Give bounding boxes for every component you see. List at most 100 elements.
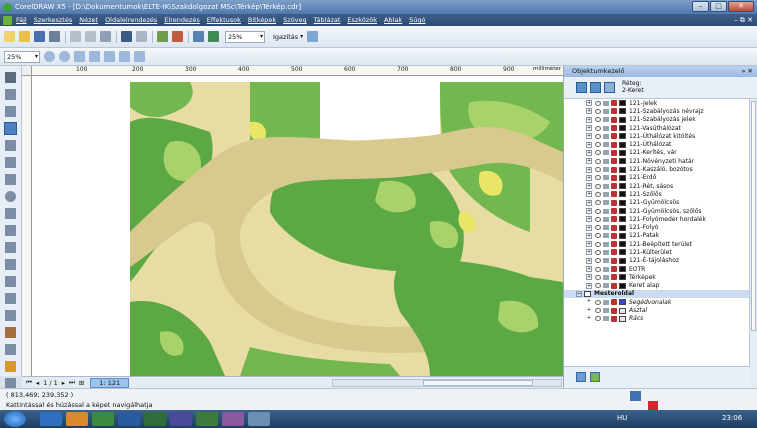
visibility-eye-icon[interactable]	[595, 108, 601, 114]
layer-row[interactable]: +121-Folyómeder hordalék	[564, 215, 750, 223]
layer-color-swatch[interactable]	[619, 232, 626, 239]
layer-row[interactable]: +121-Külterület	[564, 248, 750, 256]
zoom-tool-icon[interactable]	[4, 122, 17, 135]
printer-icon[interactable]	[603, 299, 609, 305]
printer-icon[interactable]	[603, 274, 609, 280]
layer-row[interactable]: +121-Erdő	[564, 174, 750, 182]
basic-shapes-icon[interactable]	[5, 225, 16, 236]
layer-color-swatch[interactable]	[619, 282, 626, 289]
layer-color-swatch[interactable]	[619, 216, 626, 223]
cut-icon[interactable]	[70, 31, 81, 42]
printer-icon[interactable]	[603, 266, 609, 272]
visibility-eye-icon[interactable]	[595, 150, 601, 156]
copy-icon[interactable]	[85, 31, 96, 42]
fill-color-indicator[interactable]	[630, 391, 641, 401]
new-layer-icon[interactable]	[576, 372, 586, 382]
visibility-eye-icon[interactable]	[595, 308, 601, 314]
eyedropper-tool-icon[interactable]	[5, 327, 16, 338]
printer-icon[interactable]	[603, 117, 609, 123]
fill-tool-icon[interactable]	[5, 361, 16, 372]
lock-edit-icon[interactable]	[611, 125, 617, 132]
app-taskbar-icon[interactable]	[170, 412, 192, 426]
zoom-out-icon[interactable]	[59, 51, 70, 62]
layer-row[interactable]: +121-Szabályozás jelek	[564, 116, 750, 124]
layer-color-swatch[interactable]	[619, 116, 626, 123]
layer-row[interactable]: +121-Gyümölcsös	[564, 199, 750, 207]
crop-tool-icon[interactable]	[5, 106, 16, 117]
layer-color-swatch[interactable]	[619, 249, 626, 256]
visibility-eye-icon[interactable]	[595, 225, 601, 231]
expand-toggle-icon[interactable]: +	[586, 183, 592, 190]
layer-row[interactable]: +121-Jelek	[564, 99, 750, 107]
lock-edit-icon[interactable]	[611, 241, 617, 248]
expand-toggle-icon[interactable]: +	[586, 116, 592, 123]
layer-row[interactable]: +121-Úthálózat kitöltés	[564, 132, 750, 140]
layer-color-swatch[interactable]	[619, 125, 626, 132]
layer-color-swatch[interactable]	[619, 149, 626, 156]
zoom-level-combo[interactable]: 25% ▾	[225, 30, 265, 43]
menu-view[interactable]: Nézet	[79, 16, 98, 24]
menu-layout[interactable]: Oldalelrendezés	[105, 16, 157, 24]
visibility-eye-icon[interactable]	[595, 117, 601, 123]
lock-edit-icon[interactable]	[611, 133, 617, 140]
scrollbar-thumb[interactable]	[751, 101, 756, 331]
menu-text[interactable]: Szöveg	[283, 16, 307, 24]
layer-color-swatch[interactable]	[619, 208, 626, 214]
zoom-all-icon[interactable]	[89, 51, 100, 62]
printer-icon[interactable]	[603, 225, 609, 231]
connector-tool-icon[interactable]	[5, 293, 16, 304]
layer-row[interactable]: +121-Rét, sásos	[564, 182, 750, 190]
dimension-tool-icon[interactable]	[5, 276, 16, 287]
menu-file[interactable]: Fájl	[16, 16, 27, 24]
language-indicator[interactable]: HU	[617, 414, 627, 422]
import-icon[interactable]	[157, 31, 168, 42]
printer-icon[interactable]	[603, 183, 609, 189]
horizontal-ruler[interactable]: 100 200 300 400 500 600 700 800 900 mill…	[32, 66, 563, 76]
layer-row[interactable]: +121-É-tájoláshoz	[564, 257, 750, 265]
open-icon[interactable]	[19, 31, 30, 42]
firefox-taskbar-icon[interactable]	[66, 412, 88, 426]
undo-icon[interactable]	[121, 31, 132, 42]
layer-row[interactable]: +121-Patak	[564, 232, 750, 240]
expand-toggle-icon[interactable]: +	[586, 208, 592, 214]
printer-icon[interactable]	[603, 208, 609, 214]
menu-arrange[interactable]: Elrendezés	[164, 16, 199, 24]
edit-across-layers-icon[interactable]	[590, 82, 601, 93]
printer-icon[interactable]	[603, 142, 609, 148]
lock-edit-icon[interactable]	[611, 199, 617, 206]
layer-row[interactable]: +121-Szőlős	[564, 190, 750, 198]
visibility-eye-icon[interactable]	[595, 258, 601, 264]
layer-row[interactable]: +121-Úthálózat	[564, 140, 750, 148]
visibility-eye-icon[interactable]	[595, 216, 601, 222]
printer-icon[interactable]	[603, 283, 609, 289]
layer-manager-view-icon[interactable]	[604, 82, 615, 93]
master-layer-row[interactable]: + Rács	[564, 315, 750, 323]
layer-color-swatch[interactable]	[619, 299, 626, 306]
media-taskbar-icon[interactable]	[92, 412, 114, 426]
printer-icon[interactable]	[603, 150, 609, 156]
panel-vertical-scrollbar[interactable]	[749, 99, 757, 388]
lock-edit-icon[interactable]	[611, 158, 617, 165]
printer-icon[interactable]	[603, 108, 609, 114]
new-master-layer-icon[interactable]	[590, 372, 600, 382]
chevron-down-icon[interactable]: ▾	[300, 33, 303, 40]
drawing-canvas[interactable]	[32, 76, 563, 376]
save-icon[interactable]	[34, 31, 45, 42]
lock-edit-icon[interactable]	[611, 249, 617, 256]
lock-edit-icon[interactable]	[611, 183, 617, 190]
options-icon[interactable]	[307, 31, 319, 42]
layer-row[interactable]: + EOTR	[564, 265, 750, 273]
visibility-eye-icon[interactable]	[595, 158, 601, 164]
snap-to-label[interactable]: Igazítás	[273, 33, 298, 41]
visibility-eye-icon[interactable]	[595, 299, 601, 305]
visibility-eye-icon[interactable]	[595, 133, 601, 139]
last-page-icon[interactable]: ⏭	[69, 378, 75, 387]
pick-tool-icon[interactable]	[5, 72, 16, 83]
expand-toggle-icon[interactable]: +	[586, 282, 592, 289]
lock-edit-icon[interactable]	[611, 141, 617, 148]
printer-icon[interactable]	[603, 200, 609, 206]
layer-color-swatch[interactable]	[619, 224, 626, 231]
visibility-eye-icon[interactable]	[595, 249, 601, 255]
printer-icon[interactable]	[603, 241, 609, 247]
smart-fill-icon[interactable]	[5, 157, 16, 168]
